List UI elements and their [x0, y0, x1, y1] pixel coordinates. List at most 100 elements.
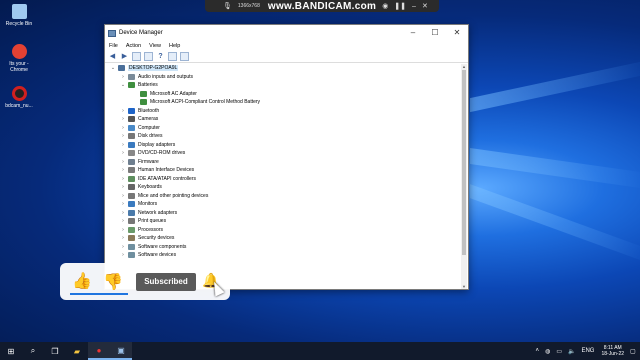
clock-date: 18-Jun-22	[601, 351, 624, 357]
tree-row[interactable]: › Bluetooth	[106, 107, 463, 116]
tree-row[interactable]: › Software devices	[106, 251, 463, 260]
tree-row[interactable]: ⌄ DESKTOP-G2POA9L	[106, 64, 463, 73]
tree-row-label: Batteries	[138, 82, 158, 89]
bandicam-toolbar: 🎙 1366x768 www.BANDICAM.com ◉ ❚❚ – ✕	[205, 0, 439, 12]
subscribe-button[interactable]: Subscribed	[136, 273, 196, 291]
desktop-icon-bandicam-file[interactable]: bdcam_nu...	[3, 86, 35, 109]
chevron-down-icon[interactable]: ⌄	[110, 65, 116, 71]
tree-row[interactable]: › Human Interface Devices	[106, 166, 463, 175]
device-manager-window: Device Manager – ☐ ✕ File Action View He…	[104, 24, 469, 290]
forward-arrow-icon[interactable]: ▶	[120, 52, 129, 61]
device-category-icon	[128, 184, 135, 191]
chevron-right-icon[interactable]: ›	[120, 74, 126, 80]
title-bar[interactable]: Device Manager – ☐ ✕	[105, 25, 468, 41]
notification-icon[interactable]: ▢	[630, 348, 640, 355]
tree-row[interactable]: › DVD/CD-ROM drives	[106, 149, 463, 158]
chevron-up-icon[interactable]: ˄	[536, 348, 540, 354]
chevron-right-icon[interactable]: ›	[120, 201, 126, 207]
camera-icon[interactable]: ◉	[382, 2, 388, 10]
chevron-right-icon[interactable]: ›	[120, 150, 126, 156]
tree-row[interactable]: › Keyboards	[106, 183, 463, 192]
mic-icon[interactable]: 🎙	[223, 2, 232, 10]
monitor-icon[interactable]	[180, 52, 189, 61]
properties-icon[interactable]	[144, 52, 153, 61]
task-view-icon[interactable]: ❐	[44, 342, 66, 360]
vertical-scrollbar[interactable]: ▲ ▼	[461, 64, 467, 289]
tree-row[interactable]: › Processors	[106, 226, 463, 235]
close-icon[interactable]: ✕	[422, 2, 428, 10]
chevron-right-icon[interactable]: ›	[120, 193, 126, 199]
wallpaper-beam	[470, 148, 640, 188]
chevron-right-icon[interactable]: ›	[120, 133, 126, 139]
menu-view[interactable]: View	[149, 43, 161, 49]
scroll-down-icon[interactable]: ▼	[461, 284, 467, 289]
chevron-right-icon[interactable]: ›	[120, 159, 126, 165]
chevron-right-icon[interactable]: ›	[120, 184, 126, 190]
scroll-up-icon[interactable]: ▲	[461, 64, 467, 69]
pause-icon[interactable]: ❚❚	[394, 2, 406, 10]
chevron-right-icon[interactable]: ›	[120, 176, 126, 182]
tree-row[interactable]: Microsoft AC Adapter	[106, 90, 463, 99]
bandicam-taskbar-icon[interactable]: ●	[88, 342, 110, 360]
tree-row-label: DESKTOP-G2POA9L	[128, 65, 179, 72]
chevron-right-icon[interactable]: ›	[120, 227, 126, 233]
search-icon[interactable]: ⌕	[22, 342, 44, 360]
minimize-icon[interactable]: –	[412, 3, 416, 10]
maximize-button[interactable]: ☐	[424, 25, 446, 41]
volume-icon[interactable]: 🔈	[568, 348, 575, 355]
tree-row[interactable]: › Display adapters	[106, 141, 463, 150]
chevron-right-icon[interactable]: ›	[120, 167, 126, 173]
tree-row-label: Security devices	[138, 235, 175, 242]
file-explorer-icon[interactable]: ▰	[66, 342, 88, 360]
chevron-down-icon[interactable]: ⌄	[120, 82, 126, 88]
close-button[interactable]: ✕	[446, 25, 468, 41]
start-windows-icon[interactable]: ⊞	[0, 342, 22, 360]
show-hide-tree-icon[interactable]	[132, 52, 141, 61]
tree-row[interactable]: › Cameras	[106, 115, 463, 124]
chevron-right-icon[interactable]: ›	[120, 116, 126, 122]
chevron-right-icon[interactable]: ›	[120, 252, 126, 258]
tree-row[interactable]: › Software components	[106, 243, 463, 252]
chevron-right-icon[interactable]: ›	[120, 235, 126, 241]
chevron-right-icon[interactable]: ›	[120, 125, 126, 131]
tree-row-label: Monitors	[138, 201, 158, 208]
tree-row[interactable]: › Mice and other pointing devices	[106, 192, 463, 201]
menu-help[interactable]: Help	[169, 43, 180, 49]
tree-row[interactable]: › IDE ATA/ATAPI controllers	[106, 175, 463, 184]
minimize-button[interactable]: –	[402, 25, 424, 41]
language-indicator[interactable]: ENG	[581, 348, 594, 354]
network-icon[interactable]: ◍	[545, 348, 550, 355]
menu-file[interactable]: File	[109, 43, 118, 49]
chevron-right-icon[interactable]: ›	[120, 210, 126, 216]
scroll-thumb[interactable]	[462, 70, 466, 255]
tree-row[interactable]: › Disk drives	[106, 132, 463, 141]
tree-row[interactable]: ⌄ Batteries	[106, 81, 463, 90]
menu-action[interactable]: Action	[126, 43, 141, 49]
thumbs-up-icon[interactable]: 👍	[72, 271, 92, 291]
tree-row[interactable]: › Network adapters	[106, 209, 463, 218]
tree-row[interactable]: › Audio inputs and outputs	[106, 73, 463, 82]
tree-row[interactable]: › Print queues	[106, 217, 463, 226]
view-icon[interactable]	[168, 52, 177, 61]
chevron-right-icon[interactable]: ›	[120, 244, 126, 250]
device-category-icon	[128, 150, 135, 157]
tree-row[interactable]: › Monitors	[106, 200, 463, 209]
device-manager-taskbar-icon[interactable]: ▣	[110, 342, 132, 360]
device-category-icon	[118, 65, 125, 72]
back-arrow-icon[interactable]: ◀	[108, 52, 117, 61]
tree-row[interactable]: › Firmware	[106, 158, 463, 167]
clock[interactable]: 8:11 AM 18-Jun-22	[601, 345, 624, 357]
bandicam-brand: www.BANDICAM.com	[267, 0, 377, 12]
desktop-icon-recycle-bin[interactable]: Recycle Bin	[3, 4, 35, 27]
tree-row[interactable]: › Security devices	[106, 234, 463, 243]
thumbs-down-icon[interactable]: 👎	[103, 272, 123, 292]
chevron-right-icon[interactable]: ›	[120, 108, 126, 114]
chevron-right-icon[interactable]: ›	[120, 142, 126, 148]
chevron-right-icon[interactable]: ›	[120, 218, 126, 224]
desktop-icon-chrome[interactable]: Its your - Chrome	[3, 44, 35, 73]
wallpaper-beam	[470, 184, 640, 260]
battery-icon[interactable]: ▭	[556, 348, 562, 355]
help-icon[interactable]: ?	[156, 52, 165, 61]
tree-row[interactable]: › Computer	[106, 124, 463, 133]
tree-row[interactable]: Microsoft ACPI-Compliant Control Method …	[106, 98, 463, 107]
